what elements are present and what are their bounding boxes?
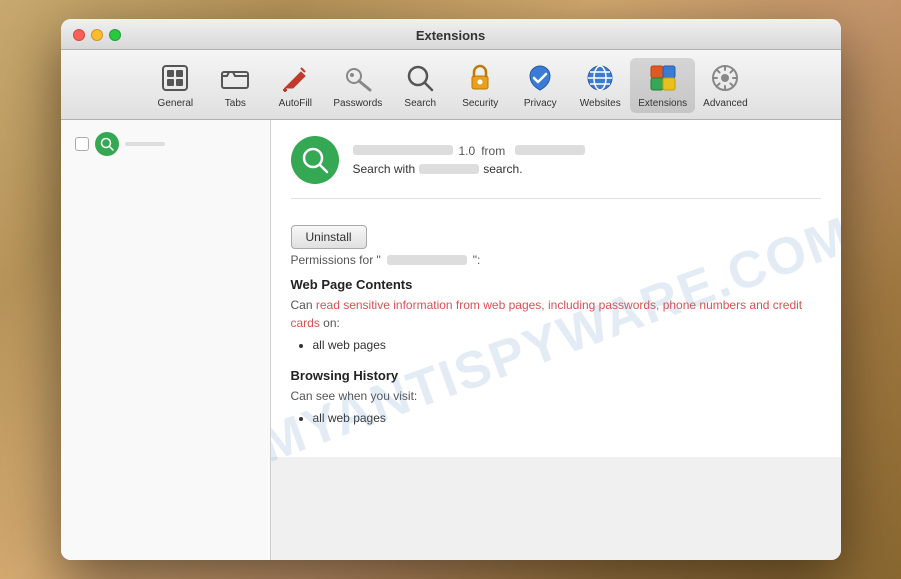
- web-contents-desc-highlight: read sensitive information from web page…: [291, 298, 803, 330]
- ext-searchwith-row: Search with search.: [353, 162, 821, 176]
- ext-version: 1.0: [459, 144, 476, 158]
- web-contents-desc-prefix: Can: [291, 298, 316, 312]
- tabs-label: Tabs: [225, 98, 246, 109]
- detail-wrapper: 1.0 from Search with search. Uninstall: [271, 120, 841, 560]
- ext-name-row: 1.0 from: [353, 144, 821, 158]
- toolbar-item-autofill[interactable]: AutoFill: [265, 58, 325, 113]
- general-icon: [159, 62, 191, 94]
- ext-searchwith-label: Search with: [353, 162, 416, 176]
- toolbar-item-tabs[interactable]: Tabs: [205, 58, 265, 113]
- extension-search-icon: [95, 132, 119, 156]
- browsing-history-title: Browsing History: [291, 368, 821, 383]
- detail-panel: 1.0 from Search with search. Uninstall: [271, 120, 841, 457]
- web-page-contents-desc: Can read sensitive information from web …: [291, 296, 821, 332]
- extension-info: 1.0 from Search with search.: [353, 144, 821, 176]
- browsing-history-list-item: all web pages: [313, 411, 821, 425]
- extensions-icon: [647, 62, 679, 94]
- browsing-history-list: all web pages: [291, 411, 821, 425]
- extensions-label: Extensions: [638, 98, 687, 109]
- toolbar-item-passwords[interactable]: Passwords: [325, 58, 390, 113]
- sidebar: [61, 120, 271, 560]
- web-contents-list-item: all web pages: [313, 338, 821, 352]
- security-icon: [464, 62, 496, 94]
- ext-search-name-placeholder: [419, 164, 479, 174]
- extension-icon: [291, 136, 339, 184]
- extension-header: 1.0 from Search with search.: [291, 136, 821, 199]
- privacy-label: Privacy: [524, 98, 557, 109]
- title-bar: Extensions: [61, 19, 841, 50]
- perm-group-browsing-history: Browsing History Can see when you visit:…: [291, 368, 821, 425]
- passwords-label: Passwords: [333, 98, 382, 109]
- passwords-icon: [342, 62, 374, 94]
- main-content: 1.0 from Search with search. Uninstall: [61, 120, 841, 560]
- preferences-window: Extensions General: [61, 19, 841, 560]
- privacy-icon: [524, 62, 556, 94]
- search-label: Search: [404, 98, 436, 109]
- web-contents-list: all web pages: [291, 338, 821, 352]
- extension-checkbox[interactable]: [75, 137, 89, 151]
- web-contents-desc-suffix: on:: [320, 316, 340, 330]
- perm-group-web-contents: Web Page Contents Can read sensitive inf…: [291, 277, 821, 352]
- toolbar-item-advanced[interactable]: Advanced: [695, 58, 755, 113]
- web-page-contents-title: Web Page Contents: [291, 277, 821, 292]
- ext-search-suffix: search.: [483, 162, 522, 176]
- toolbar-item-websites[interactable]: Websites: [570, 58, 630, 113]
- permissions-section: Permissions for " ": Web Page Contents C…: [291, 253, 821, 425]
- search-toolbar-icon: [404, 62, 436, 94]
- toolbar-item-security[interactable]: Security: [450, 58, 510, 113]
- toolbar-item-extensions[interactable]: Extensions: [630, 58, 695, 113]
- ext-name-placeholder: [353, 145, 453, 155]
- ext-from-placeholder: [515, 145, 585, 155]
- general-label: General: [158, 98, 194, 109]
- uninstall-button[interactable]: Uninstall: [291, 225, 367, 249]
- maximize-button[interactable]: [109, 29, 121, 41]
- autofill-label: AutoFill: [279, 98, 312, 109]
- websites-icon: [584, 62, 616, 94]
- ext-from-label: from: [481, 144, 505, 158]
- security-label: Security: [462, 98, 498, 109]
- toolbar-item-privacy[interactable]: Privacy: [510, 58, 570, 113]
- browsing-history-desc: Can see when you visit:: [291, 387, 821, 405]
- autofill-icon: [279, 62, 311, 94]
- minimize-button[interactable]: [91, 29, 103, 41]
- websites-label: Websites: [580, 98, 621, 109]
- toolbar-item-search[interactable]: Search: [390, 58, 450, 113]
- sidebar-extension-name[interactable]: [125, 142, 165, 146]
- toolbar-item-general[interactable]: General: [145, 58, 205, 113]
- advanced-label: Advanced: [703, 98, 747, 109]
- advanced-icon: [709, 62, 741, 94]
- traffic-lights: [73, 29, 121, 41]
- permissions-name-placeholder: [387, 255, 467, 265]
- permissions-for-suffix: ":: [473, 253, 481, 267]
- window-title: Extensions: [416, 28, 485, 43]
- permissions-title: Permissions for " ":: [291, 253, 821, 267]
- sidebar-top: [69, 128, 262, 160]
- close-button[interactable]: [73, 29, 85, 41]
- permissions-for-label: Permissions for ": [291, 253, 381, 267]
- tabs-icon: [219, 62, 251, 94]
- toolbar: General Tabs AutoFill: [61, 50, 841, 120]
